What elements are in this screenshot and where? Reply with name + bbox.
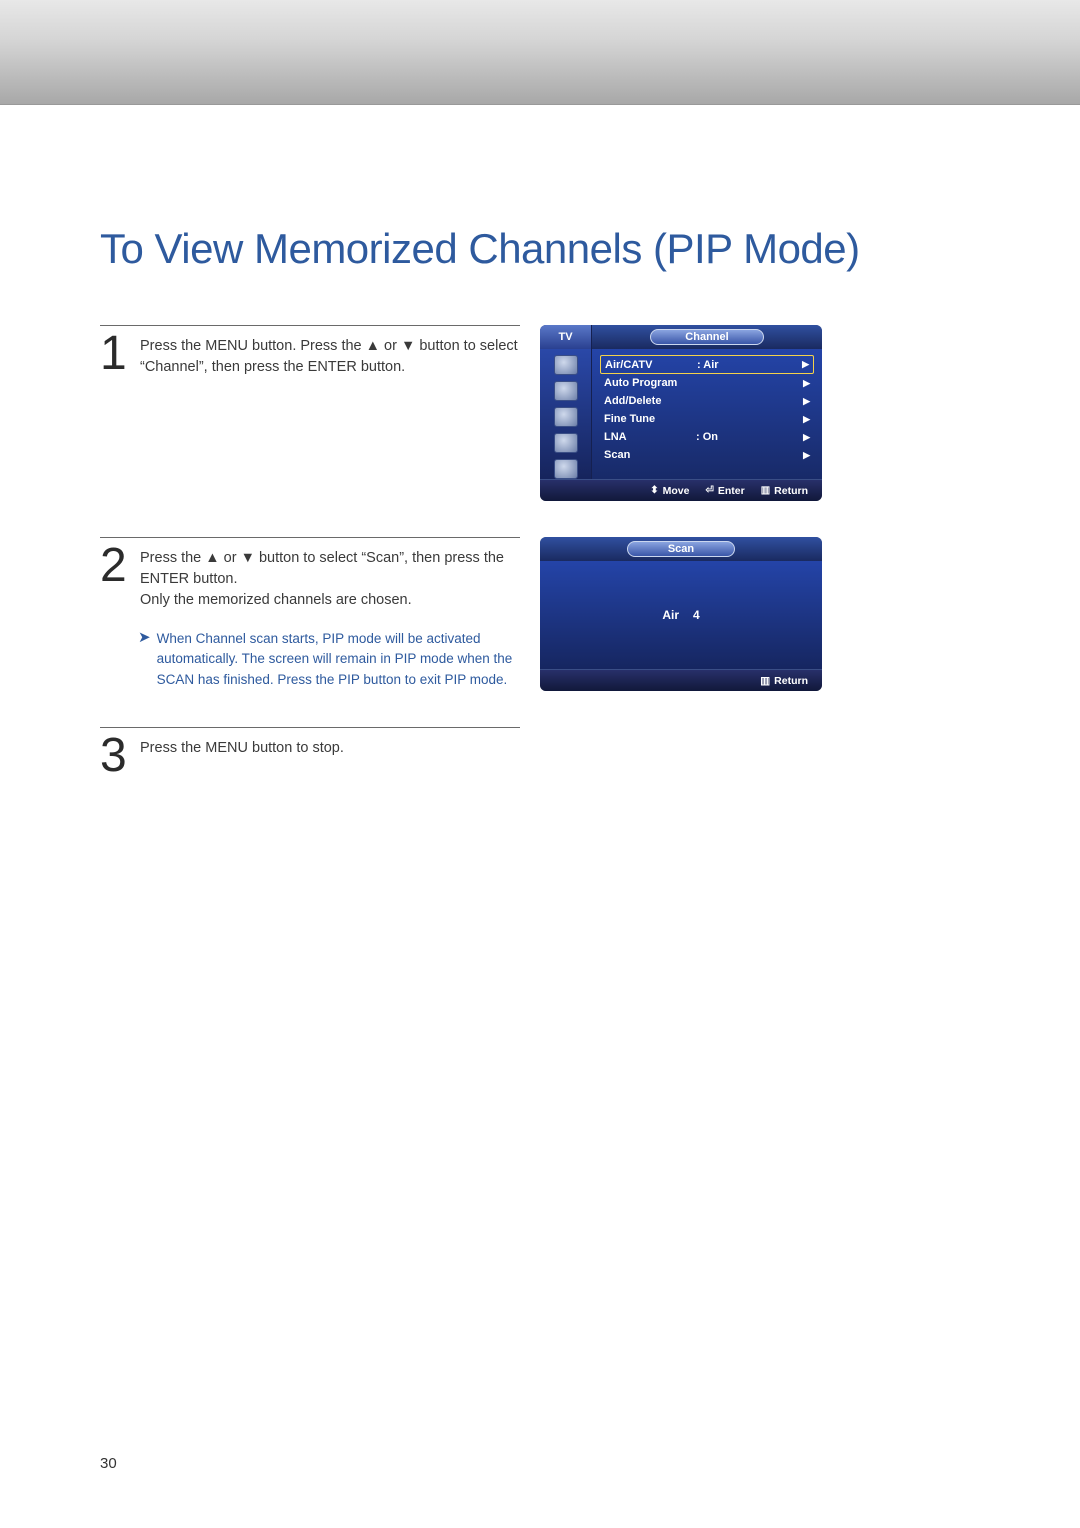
osd-item-label: LNA <box>604 431 696 443</box>
chevron-right-icon: ▶ <box>803 450 810 461</box>
osd-category-icon <box>554 433 578 453</box>
osd-header: TV Channel <box>540 325 822 349</box>
osd-category-icon <box>554 355 578 375</box>
updown-icon: ⬍ <box>650 485 658 496</box>
osd-item-label: Add/Delete <box>604 395 696 407</box>
osd-scan-header: Scan <box>540 537 822 561</box>
osd-category-icon <box>554 407 578 427</box>
osd-scan-channel: 4 <box>693 608 700 622</box>
osd-channel-menu: TV Channel Air/CATV : Air ▶ <box>540 325 822 501</box>
chevron-right-icon: ▶ <box>803 414 810 425</box>
page-content: To View Memorized Channels (PIP Mode) 1 … <box>0 105 1080 777</box>
osd-category-icon <box>554 381 578 401</box>
step-3: 3 Press the MENU button to stop. <box>100 727 520 777</box>
hint-enter: ⏎Enter <box>705 485 744 497</box>
step-2-text: Press the ▲ or ▼ button to select “Scan”… <box>140 544 520 611</box>
content-grid: 1 Press the MENU button. Press the ▲ or … <box>100 325 990 777</box>
osd-scan-title: Scan <box>627 541 735 557</box>
step-1-number: 1 <box>100 332 130 378</box>
step-2: 2 Press the ▲ or ▼ button to select “Sca… <box>100 537 520 690</box>
osd-item-auto-program[interactable]: Auto Program ▶ <box>600 374 814 392</box>
step-3-text: Press the MENU button to stop. <box>140 734 344 777</box>
osd-item-fine-tune[interactable]: Fine Tune ▶ <box>600 410 814 428</box>
note-text: When Channel scan starts, PIP mode will … <box>157 629 520 690</box>
osd-item-label: Fine Tune <box>604 413 696 425</box>
header-band <box>0 0 1080 105</box>
osd-menu-list: Air/CATV : Air ▶ Auto Program ▶ Add/Dele… <box>592 349 822 479</box>
osd-item-label: Auto Program <box>604 377 696 389</box>
step-2-number: 2 <box>100 544 130 611</box>
osd-scan-footer: ▥Return <box>540 669 822 691</box>
note-arrow-icon: ➤ <box>138 629 151 690</box>
osd-item-air-catv[interactable]: Air/CATV : Air ▶ <box>600 355 814 374</box>
return-icon: ▥ <box>761 485 770 496</box>
osd-item-add-delete[interactable]: Add/Delete ▶ <box>600 392 814 410</box>
osd-item-value: : Air <box>697 359 802 371</box>
step-1: 1 Press the MENU button. Press the ▲ or … <box>100 325 520 378</box>
osd-item-scan[interactable]: Scan ▶ <box>600 446 814 464</box>
osd-item-label: Air/CATV <box>605 359 697 371</box>
osd-header-title-pill: Channel <box>592 325 822 349</box>
osd-scan-body: Air 4 <box>540 561 822 669</box>
hint-return: ▥Return <box>761 485 808 497</box>
osd-header-tv: TV <box>540 325 592 349</box>
step-1-text: Press the MENU button. Press the ▲ or ▼ … <box>140 332 520 378</box>
chevron-right-icon: ▶ <box>802 359 809 370</box>
step-2-line-b: Only the memorized channels are chosen. <box>140 592 412 608</box>
hint-return: ▥Return <box>760 675 808 687</box>
osd-scan-source: Air <box>662 608 679 622</box>
chevron-right-icon: ▶ <box>803 396 810 407</box>
return-icon: ▥ <box>760 675 770 687</box>
page-title: To View Memorized Channels (PIP Mode) <box>100 225 990 273</box>
osd-footer: ⬍Move ⏎Enter ▥Return <box>540 479 822 501</box>
step-3-number: 3 <box>100 734 130 777</box>
hint-move: ⬍Move <box>650 485 689 497</box>
osd-item-lna[interactable]: LNA : On ▶ <box>600 428 814 446</box>
osd-scan-panel: Scan Air 4 ▥Return <box>540 537 822 691</box>
chevron-right-icon: ▶ <box>803 378 810 389</box>
page-number: 30 <box>100 1455 117 1472</box>
osd-item-label: Scan <box>604 449 696 461</box>
step-2-line-a: Press the ▲ or ▼ button to select “Scan”… <box>140 550 504 587</box>
osd-body: Air/CATV : Air ▶ Auto Program ▶ Add/Dele… <box>540 349 822 479</box>
osd-category-icon <box>554 459 578 479</box>
chevron-right-icon: ▶ <box>803 432 810 443</box>
osd-icon-column <box>540 349 592 479</box>
osd-header-title: Channel <box>650 329 763 345</box>
osd-item-value: : On <box>696 431 803 443</box>
step-2-note: ➤ When Channel scan starts, PIP mode wil… <box>138 629 520 690</box>
enter-icon: ⏎ <box>705 485 713 496</box>
